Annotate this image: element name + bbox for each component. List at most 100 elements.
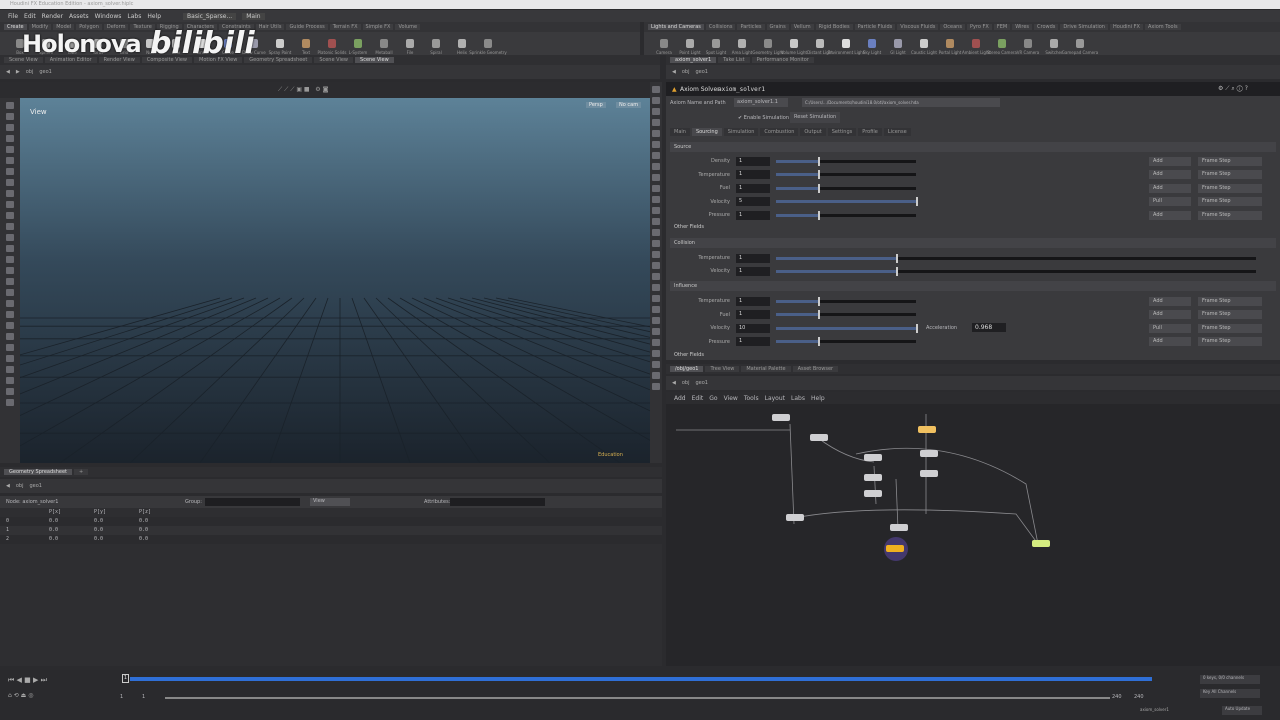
- shelf-tool-spiral[interactable]: Spiral: [426, 39, 446, 55]
- step-dropdown[interactable]: Frame Step: [1198, 183, 1262, 193]
- mode-dropdown[interactable]: Add: [1149, 183, 1191, 193]
- shelf-tool-geometry-light[interactable]: Geometry Light: [752, 39, 784, 55]
- tool-button-icon[interactable]: [6, 388, 14, 395]
- network-menu-go[interactable]: Go: [709, 395, 717, 402]
- slider-handle[interactable]: [916, 323, 918, 333]
- param-value-field[interactable]: 1: [736, 296, 770, 306]
- shelf-tab-7[interactable]: Viscous Fluids: [897, 24, 939, 30]
- camera-menu[interactable]: No cam: [616, 102, 642, 108]
- tool-button-icon[interactable]: [652, 130, 660, 137]
- range-slider[interactable]: [165, 697, 1110, 699]
- path-geo[interactable]: geo1: [39, 69, 52, 75]
- path-obj[interactable]: obj: [16, 483, 24, 489]
- back-icon[interactable]: ◀: [672, 69, 676, 75]
- pane-tab-7[interactable]: Scene View: [355, 57, 394, 63]
- 3d-viewport[interactable]: View Persp No cam Education: [20, 98, 650, 463]
- shelf-tool-spray-paint[interactable]: Spray Paint: [269, 39, 291, 55]
- timeline-tools[interactable]: ⌂ ⟲ ⏏ ◎: [8, 692, 33, 699]
- mode-dropdown[interactable]: Add: [1149, 337, 1191, 346]
- shelf-tab-2[interactable]: Particles: [737, 24, 765, 30]
- back-icon[interactable]: ◀: [6, 69, 10, 75]
- tool-button-icon[interactable]: [6, 289, 14, 296]
- pane-tab-0[interactable]: axiom_solver1: [670, 57, 717, 63]
- node[interactable]: [864, 490, 882, 497]
- start-frame-2[interactable]: 1: [142, 694, 145, 700]
- param-slider[interactable]: [776, 253, 1256, 263]
- param-tab-3[interactable]: Combustion: [760, 128, 799, 136]
- tool-button-icon[interactable]: [6, 135, 14, 142]
- shelf-tool-vr-camera[interactable]: VR Camera: [1017, 39, 1039, 55]
- shelf-tool-area-light[interactable]: Area Light: [732, 39, 752, 55]
- param-tab-5[interactable]: Settings: [827, 128, 857, 136]
- tool-button-icon[interactable]: [652, 174, 660, 181]
- path-obj[interactable]: obj: [682, 380, 690, 386]
- shelf-tab-0[interactable]: Lights and Cameras: [648, 24, 704, 30]
- node-name-field[interactable]: axiom_solver1: [718, 86, 765, 93]
- pane-tab-6[interactable]: Scene View: [314, 57, 354, 63]
- param-value-field[interactable]: 1: [736, 310, 770, 319]
- shelf-tool-metaball[interactable]: Metaball: [374, 39, 394, 55]
- viewport-tool-icons[interactable]: ⟋ ⟋ ⟋ ▣ ■ ⚙ ◙: [278, 86, 328, 94]
- shelf-tab-1[interactable]: Collisions: [705, 24, 736, 30]
- step-dropdown[interactable]: Frame Step: [1198, 323, 1262, 333]
- network-menu-help[interactable]: Help: [811, 395, 825, 402]
- node[interactable]: [810, 434, 828, 441]
- shelf-tool-gi-light[interactable]: GI Light: [888, 39, 908, 55]
- tool-button-icon[interactable]: [652, 339, 660, 346]
- path-obj[interactable]: obj: [682, 69, 690, 75]
- param-tab-2[interactable]: Simulation: [723, 128, 759, 136]
- tool-button-icon[interactable]: [652, 97, 660, 104]
- param-value-field[interactable]: 1: [736, 183, 770, 193]
- path-geo[interactable]: geo1: [695, 380, 708, 386]
- tool-button-icon[interactable]: [6, 333, 14, 340]
- tool-button-icon[interactable]: [652, 273, 660, 280]
- param-slider[interactable]: [776, 266, 1256, 276]
- attributes-input[interactable]: [450, 498, 545, 506]
- shelf-tab-6[interactable]: Particle Fluids: [854, 24, 896, 30]
- shelf-tab-8[interactable]: Oceans: [940, 24, 965, 30]
- tool-button-icon[interactable]: [6, 102, 14, 109]
- shelf-tab-9[interactable]: Hair Utils: [255, 24, 285, 30]
- param-header-icons[interactable]: ⚙ ⟋ ⌕ ⓘ ?: [1218, 85, 1248, 93]
- param-value-field[interactable]: 10: [736, 323, 770, 333]
- tool-button-icon[interactable]: [652, 185, 660, 192]
- shelf-tool-stereo-camera[interactable]: Stereo Camera: [987, 39, 1017, 55]
- network-menu-add[interactable]: Add: [674, 395, 686, 402]
- mode-dropdown[interactable]: Pull: [1149, 197, 1191, 206]
- menu-labs[interactable]: Labs: [127, 13, 141, 20]
- section-header[interactable]: Other Fields: [670, 222, 1276, 232]
- key-all-channels-button[interactable]: Key All Channels: [1200, 689, 1260, 698]
- tool-button-icon[interactable]: [6, 278, 14, 285]
- enable-simulation-checkbox[interactable]: ✔ Enable Simulation: [738, 115, 789, 121]
- shelf-tool-text[interactable]: Text: [296, 39, 316, 55]
- timeline-bar[interactable]: [130, 677, 1152, 681]
- mode-dropdown[interactable]: Add: [1149, 296, 1191, 306]
- node-solver[interactable]: [886, 545, 904, 552]
- shelf-tool-l-system[interactable]: L-System: [348, 39, 368, 55]
- forward-icon[interactable]: ▶: [16, 69, 20, 75]
- param-tab-1[interactable]: Sourcing: [691, 128, 722, 136]
- tool-button-icon[interactable]: [652, 328, 660, 335]
- reset-simulation-button[interactable]: Reset Simulation: [790, 112, 841, 123]
- desktop-selector[interactable]: Basic_Sparse...: [183, 12, 237, 20]
- shelf-tab-11[interactable]: Wires: [1012, 24, 1033, 30]
- node[interactable]: [864, 474, 882, 481]
- shelf-tab-10[interactable]: FEM: [993, 24, 1011, 30]
- tool-button-icon[interactable]: [652, 108, 660, 115]
- step-dropdown[interactable]: Frame Step: [1198, 310, 1262, 319]
- param-slider[interactable]: [776, 296, 916, 306]
- section-header[interactable]: Collision: [670, 238, 1276, 248]
- pane-tab-0[interactable]: /obj/geo1: [670, 366, 704, 372]
- desktop-secondary[interactable]: Main: [242, 12, 265, 20]
- node[interactable]: [920, 450, 938, 457]
- tool-button-icon[interactable]: [652, 306, 660, 313]
- path-obj[interactable]: obj: [26, 69, 34, 75]
- pane-tab-2[interactable]: Material Palette: [741, 366, 791, 372]
- param-tab-4[interactable]: Output: [800, 128, 826, 136]
- shelf-tab-3[interactable]: Grains: [766, 24, 789, 30]
- shelf-tool-caustic-light[interactable]: Caustic Light: [911, 39, 937, 55]
- pane-tab-2[interactable]: Performance Monitor: [751, 57, 814, 63]
- tool-button-icon[interactable]: [6, 157, 14, 164]
- slider-handle[interactable]: [818, 183, 820, 193]
- tool-button-icon[interactable]: [652, 284, 660, 291]
